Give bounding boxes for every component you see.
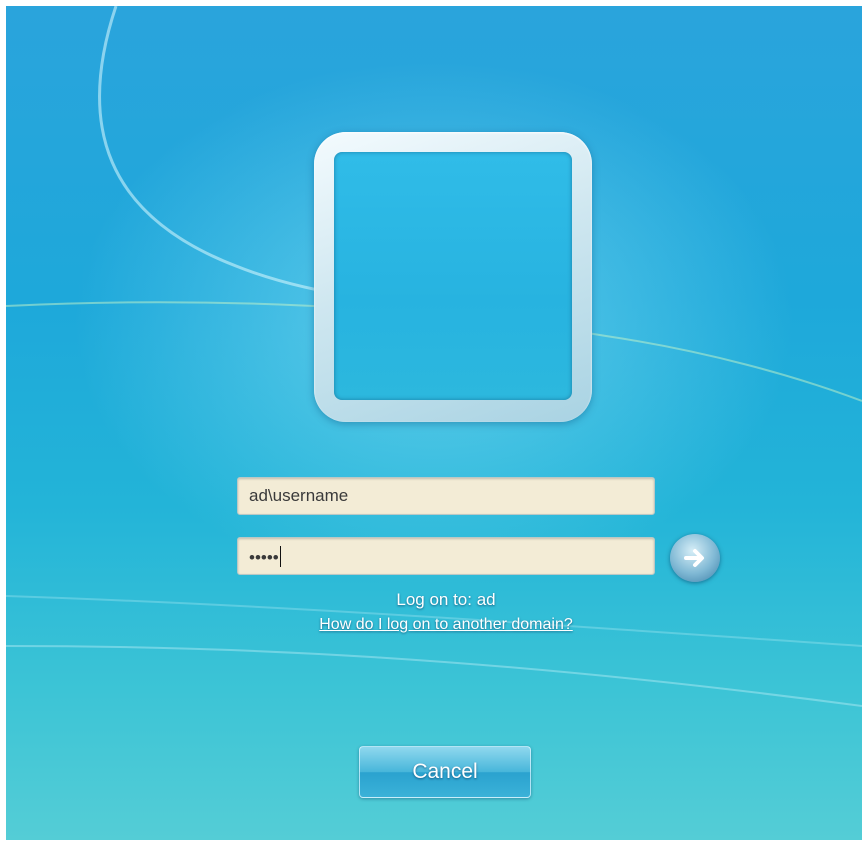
logon-screen: ad\username ••••• Log on to: ad How do I… xyxy=(6,6,862,840)
other-domain-link[interactable]: How do I log on to another domain? xyxy=(206,616,686,634)
arrow-right-icon xyxy=(684,549,704,567)
submit-button[interactable] xyxy=(670,534,720,582)
text-caret xyxy=(279,546,281,567)
user-picture-frame xyxy=(314,132,592,422)
username-value: ad\username xyxy=(249,486,349,505)
cancel-button[interactable]: Cancel xyxy=(359,746,531,798)
password-value: ••••• xyxy=(249,548,279,567)
password-field[interactable]: ••••• xyxy=(237,537,655,575)
username-field[interactable]: ad\username xyxy=(237,477,655,515)
user-picture xyxy=(334,152,572,400)
logon-domain-label: Log on to: ad xyxy=(396,590,496,609)
